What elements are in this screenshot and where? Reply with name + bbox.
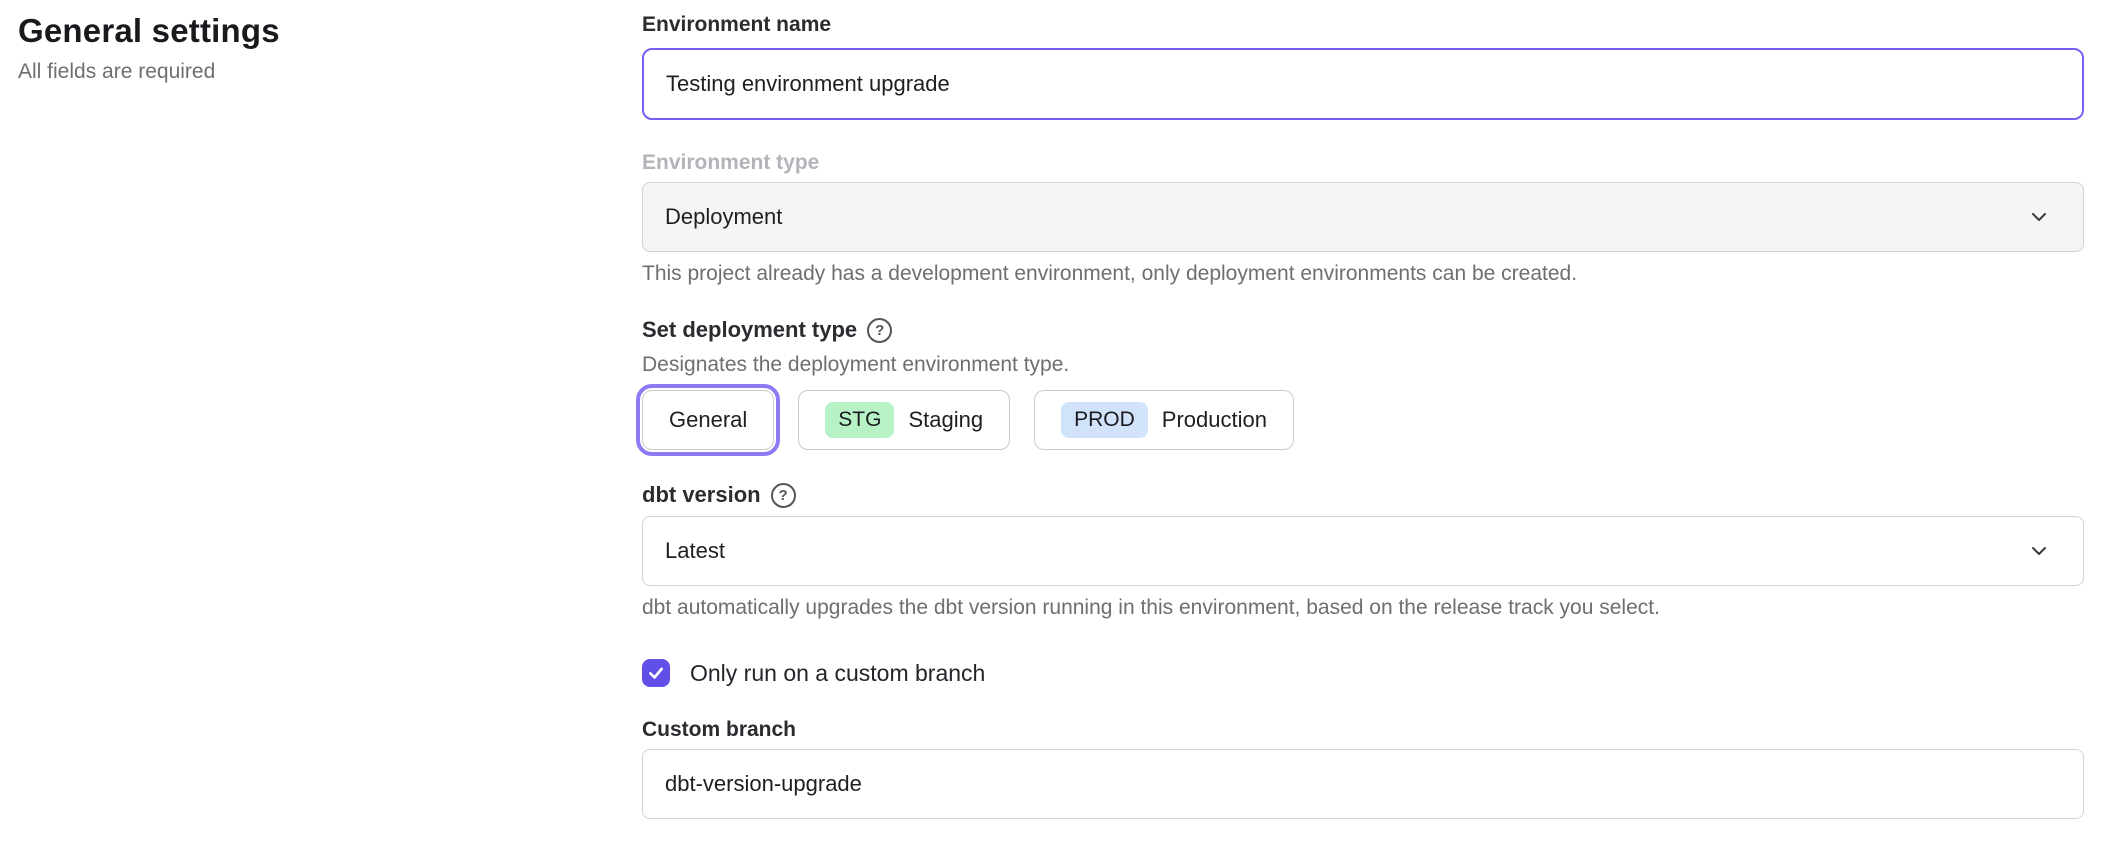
environment-settings-form: Environment name Environment type Deploy… — [642, 0, 2084, 819]
deployment-type-general-label: General — [669, 407, 747, 433]
page-head: General settings All fields are required — [18, 12, 280, 84]
custom-branch-label: Custom branch — [642, 717, 2084, 743]
custom-branch-checkbox-label[interactable]: Only run on a custom branch — [690, 660, 985, 687]
dbt-version-label-row: dbt version ? — [642, 482, 2084, 508]
environment-type-label: Environment type — [642, 150, 2084, 176]
environment-type-select[interactable]: Deployment — [642, 182, 2084, 252]
dbt-version-helper: dbt automatically upgrades the dbt versi… — [642, 594, 2084, 621]
staging-badge: STG — [825, 402, 894, 438]
environment-type-helper: This project already has a development e… — [642, 260, 2084, 287]
page-subtitle: All fields are required — [18, 60, 280, 84]
deployment-type-production-label: Production — [1162, 407, 1267, 433]
deployment-type-options: General STG Staging PROD Production — [642, 390, 2084, 450]
deployment-type-helper: Designates the deployment environment ty… — [642, 351, 2084, 378]
deployment-type-label: Set deployment type — [642, 317, 857, 343]
production-badge: PROD — [1061, 402, 1148, 438]
environment-name-input[interactable] — [642, 48, 2084, 120]
deployment-type-label-row: Set deployment type ? — [642, 317, 2084, 343]
dbt-version-select[interactable]: Latest — [642, 516, 2084, 586]
environment-name-label: Environment name — [642, 12, 2084, 38]
custom-branch-input[interactable] — [642, 749, 2084, 819]
custom-branch-checkbox[interactable] — [642, 659, 670, 687]
help-icon[interactable]: ? — [771, 483, 796, 508]
dbt-version-label: dbt version — [642, 482, 761, 508]
dbt-version-value: Latest — [665, 538, 725, 564]
deployment-type-production-button[interactable]: PROD Production — [1034, 390, 1294, 450]
help-icon[interactable]: ? — [867, 318, 892, 343]
deployment-type-staging-button[interactable]: STG Staging — [798, 390, 1010, 450]
deployment-type-general-button[interactable]: General — [642, 390, 774, 450]
checkmark-icon — [647, 664, 665, 682]
custom-branch-checkbox-row: Only run on a custom branch — [642, 659, 2084, 687]
deployment-type-staging-label: Staging — [908, 407, 983, 433]
chevron-down-icon — [2027, 539, 2051, 563]
page-title: General settings — [18, 12, 280, 50]
chevron-down-icon — [2027, 205, 2051, 229]
environment-type-value: Deployment — [665, 204, 782, 230]
